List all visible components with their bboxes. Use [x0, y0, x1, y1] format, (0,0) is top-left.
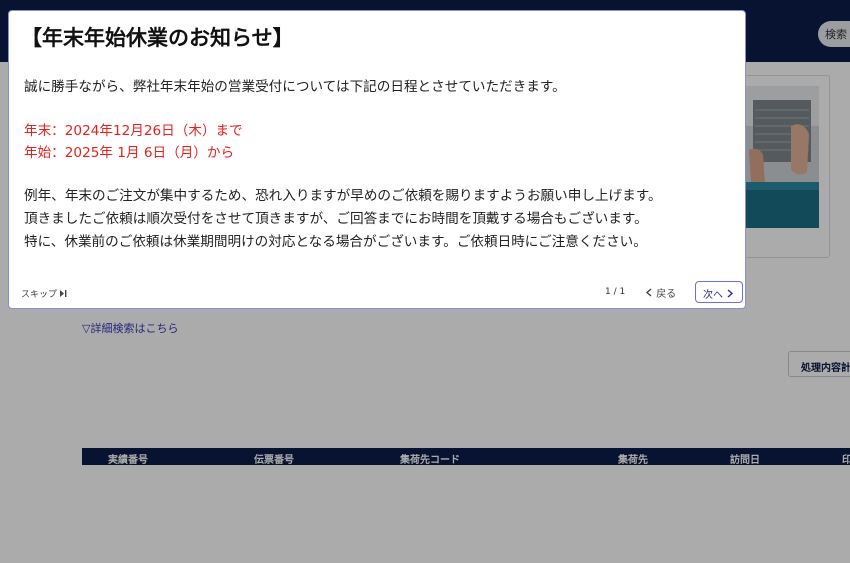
- intro-text: 誠に勝手ながら、弊社年末年始の営業受付については下記の日程とさせていただきます。: [24, 79, 566, 95]
- skip-label: スキップ: [21, 290, 58, 300]
- skip-button[interactable]: スキップ: [21, 287, 67, 300]
- chevron-left-icon: [645, 288, 653, 300]
- next-button[interactable]: 次へ: [695, 281, 743, 303]
- holiday-notice-modal: 【年末年始休業のお知らせ】 誠に勝手ながら、弊社年末年始の営業受付については下記…: [8, 10, 746, 309]
- body-line: 例年、年末のご注文が集中するため、恐れ入りますが早めのご依頼を賜りますようお願い…: [24, 188, 662, 204]
- body-line: 頂きましたご依頼は順次受付をさせて頂きますが、ご回答までにお時間を頂戴する場合も…: [24, 211, 648, 227]
- back-label: 戻る: [656, 289, 677, 300]
- schedule-new-year: 年始：2025年 1月 6日（月）から: [24, 145, 235, 161]
- chevron-right-icon: [726, 289, 734, 301]
- schedule-year-end: 年末：2024年12月26日（木）まで: [24, 123, 243, 139]
- step-counter: 1 / 1: [605, 287, 626, 297]
- modal-title: 【年末年始休業のお知らせ】: [21, 26, 294, 50]
- next-label: 次へ: [703, 290, 723, 301]
- back-button[interactable]: 戻る: [643, 284, 678, 301]
- body-line: 特に、休業前のご依頼は休業期間明けの対応となる場合がございます。ご依頼日時にご注…: [24, 234, 647, 250]
- skip-forward-icon: [59, 290, 67, 300]
